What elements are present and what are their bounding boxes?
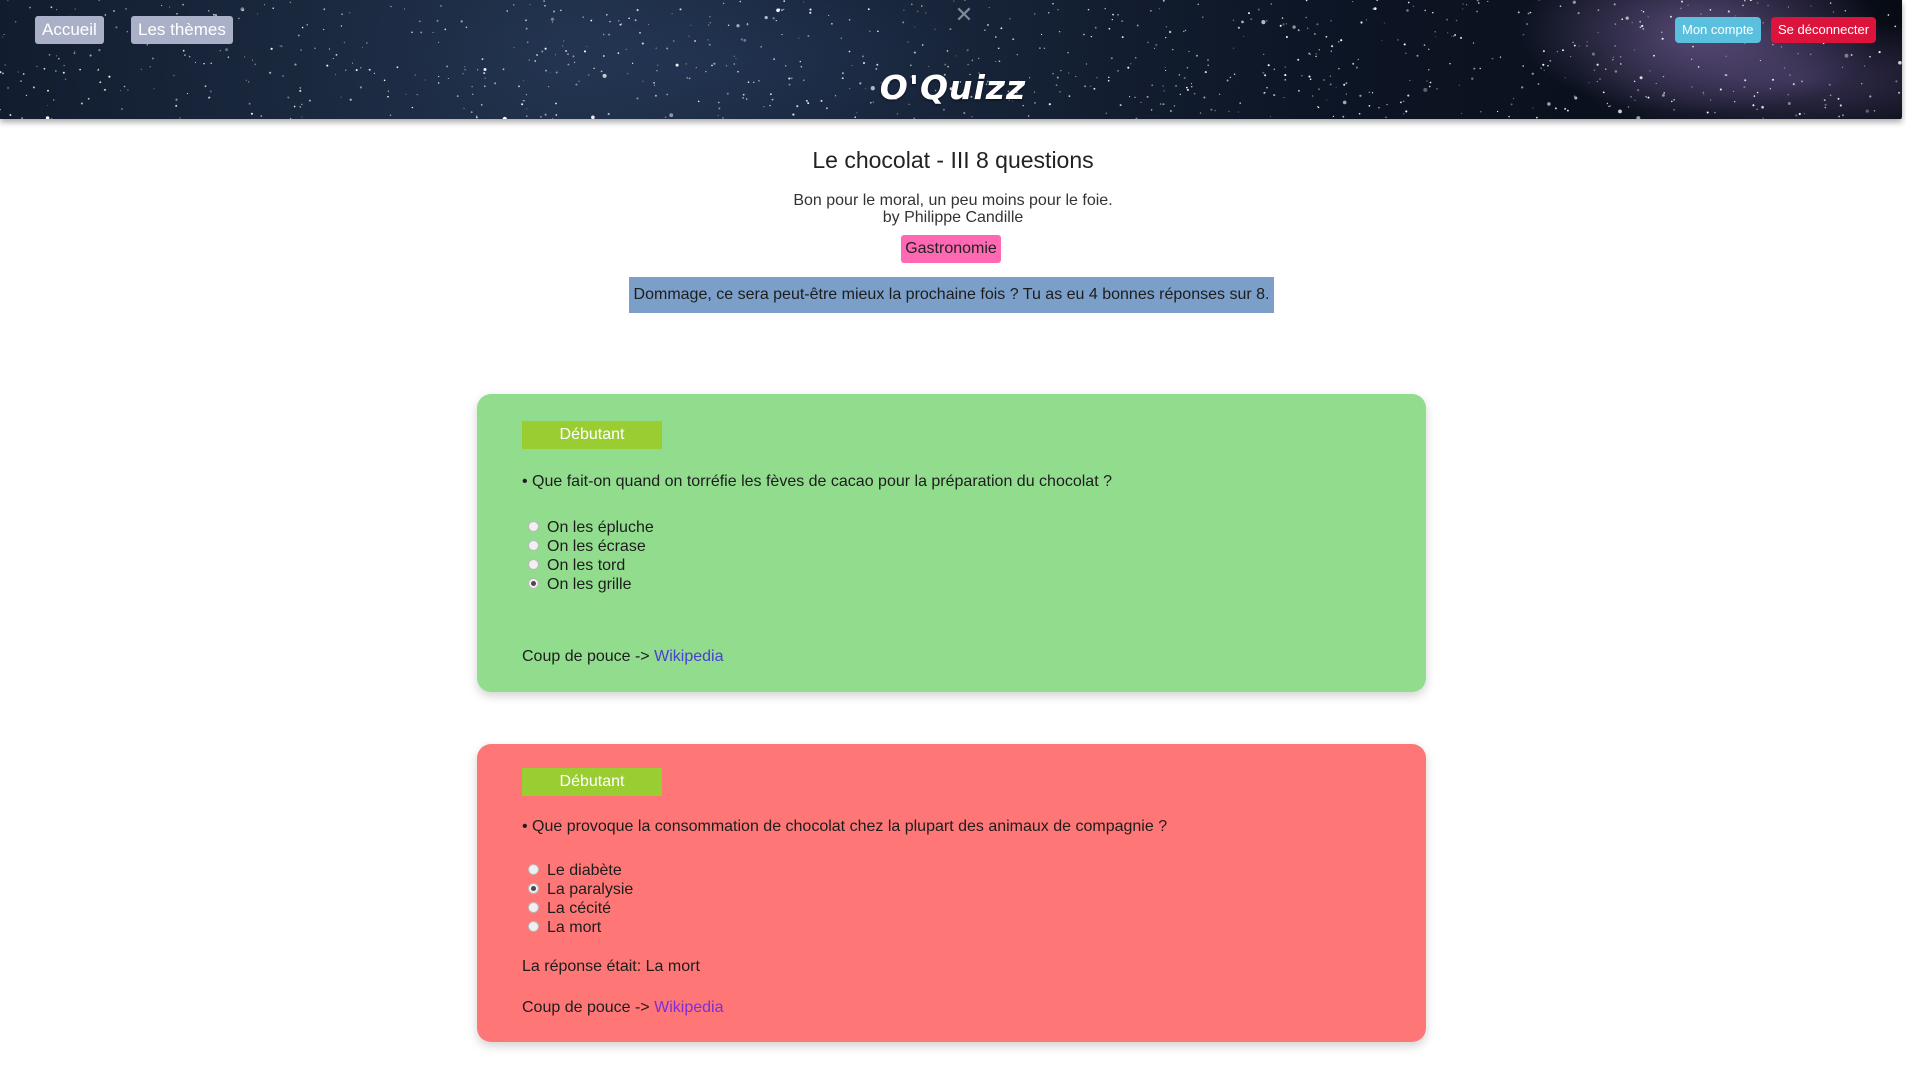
question-card-correct: Débutant • Que fait-on quand on torréfie…	[477, 394, 1426, 692]
question-card-wrong: Débutant • Que provoque la consommation …	[477, 744, 1426, 1042]
correct-answer-text: La réponse était: La mort	[522, 958, 700, 975]
radio-button[interactable]	[528, 864, 539, 875]
site-logo[interactable]: O'Quizz	[0, 68, 1902, 107]
hint-line: Coup de pouce -> Wikipedia	[522, 648, 723, 666]
radio-button[interactable]	[528, 540, 539, 551]
hint-line: Coup de pouce -> Wikipedia	[522, 999, 723, 1017]
my-account-button[interactable]: Mon compte	[1675, 17, 1761, 43]
answer-label: On les épluche	[547, 519, 654, 536]
radio-button[interactable]	[528, 559, 539, 570]
wikipedia-link[interactable]: Wikipedia	[654, 648, 723, 665]
hint-label: Coup de pouce ->	[522, 999, 650, 1016]
answer-option[interactable]: La mort	[522, 918, 633, 937]
answer-label: On les écrase	[547, 538, 646, 555]
radio-button-selected[interactable]	[528, 578, 539, 589]
answer-option[interactable]: On les tord	[522, 556, 654, 575]
answer-label: La paralysie	[547, 881, 634, 898]
answer-list: Le diabète La paralysie La cécité La mor…	[522, 861, 633, 937]
question-text: • Que provoque la consommation de chocol…	[522, 818, 1168, 835]
category-tag[interactable]: Gastronomie	[901, 235, 1001, 263]
answer-option[interactable]: Le diabète	[522, 861, 633, 880]
answer-label: On les tord	[547, 557, 626, 574]
answer-label: Le diabète	[547, 862, 622, 879]
level-badge: Débutant	[522, 421, 662, 449]
nav-themes-button[interactable]: Les thèmes	[131, 16, 233, 44]
answer-option[interactable]: On les épluche	[522, 518, 654, 537]
close-icon[interactable]: ✕	[952, 3, 976, 27]
quiz-title: Le chocolat - III 8 questions	[812, 147, 1094, 173]
site-header: Accueil Les thèmes ✕ Mon compte Se décon…	[0, 0, 1902, 119]
answer-list: On les épluche On les écrase On les tord…	[522, 518, 654, 594]
quiz-description: Bon pour le moral, un peu moins pour le …	[793, 192, 1113, 209]
logout-button[interactable]: Se déconnecter	[1771, 17, 1877, 43]
question-text: • Que fait-on quand on torréfie les fève…	[522, 473, 1112, 490]
answer-option[interactable]: On les grille	[522, 575, 654, 594]
wikipedia-link[interactable]: Wikipedia	[654, 999, 723, 1016]
radio-button[interactable]	[528, 521, 539, 532]
nav-home-button[interactable]: Accueil	[35, 16, 104, 44]
quiz-description-block: Bon pour le moral, un peu moins pour le …	[0, 192, 1906, 226]
radio-button[interactable]	[528, 921, 539, 932]
answer-option[interactable]: On les écrase	[522, 537, 654, 556]
answer-label: La cécité	[547, 900, 612, 917]
answer-option[interactable]: La paralysie	[522, 880, 633, 899]
answer-option[interactable]: La cécité	[522, 899, 633, 918]
result-banner: Dommage, ce sera peut-être mieux la proc…	[629, 277, 1274, 313]
radio-button[interactable]	[528, 902, 539, 913]
hint-label: Coup de pouce ->	[522, 648, 650, 665]
radio-button-selected[interactable]	[528, 883, 539, 894]
level-badge: Débutant	[522, 768, 662, 796]
answer-label: La mort	[547, 919, 602, 936]
quiz-author: by Philippe Candille	[882, 209, 1024, 226]
answer-label: On les grille	[547, 576, 632, 593]
